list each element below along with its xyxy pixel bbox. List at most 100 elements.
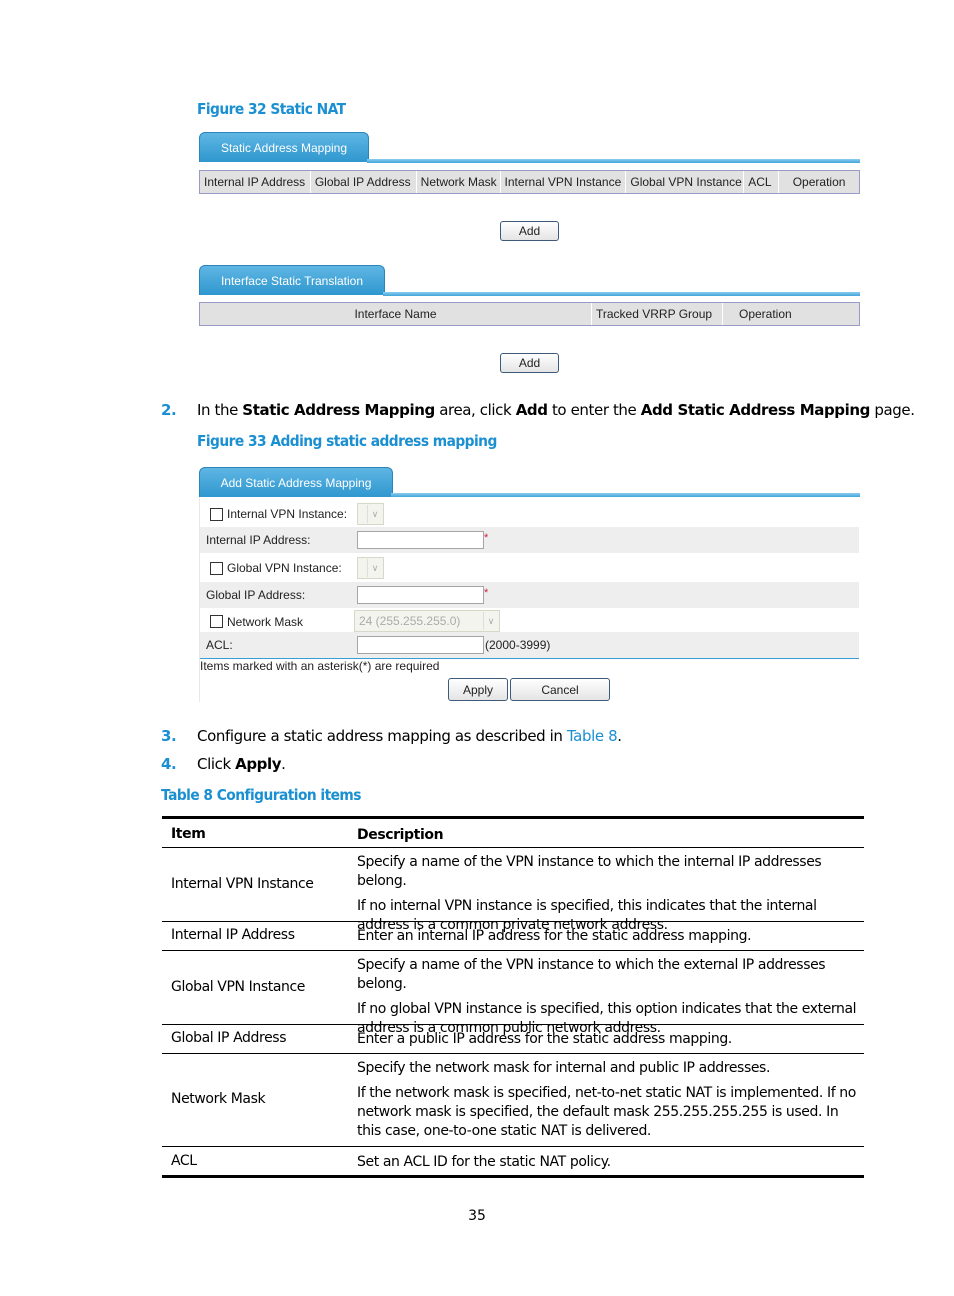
acl-label: ACL:	[206, 638, 233, 652]
step-text: In the Static Address Mapping area, clic…	[197, 401, 915, 419]
row-acl: ACL: (2000-3999)	[200, 632, 859, 659]
tab-static-address-mapping[interactable]: Static Address Mapping	[199, 132, 369, 162]
apply-button[interactable]: Apply	[448, 678, 508, 701]
col-operation: Operation	[739, 307, 792, 321]
row-description: Enter a public IP address for the static…	[357, 1030, 862, 1055]
table-row: Internal IP Address Enter an internal IP…	[162, 922, 864, 951]
table-8-link[interactable]: Table 8	[567, 727, 618, 745]
table-row: Global IP Address Enter a public IP addr…	[162, 1025, 864, 1054]
add-interface-translation-button[interactable]: Add	[500, 353, 559, 373]
row-item: Network Mask	[171, 1091, 266, 1107]
step-2: 2. In the Static Address Mapping area, c…	[161, 401, 915, 421]
chevron-down-icon: ∨	[367, 559, 382, 577]
table-row: Internal VPN Instance Specify a name of …	[162, 848, 864, 933]
global-ip-label: Global IP Address:	[206, 588, 306, 602]
header-description: Description	[357, 827, 444, 843]
table-row: Network Mask Specify the network mask fo…	[162, 1054, 864, 1147]
figure-33-caption: Figure 33 Adding static address mapping	[197, 432, 497, 450]
description-paragraph: Specify the network mask for internal an…	[357, 1060, 771, 1076]
chevron-down-icon: ∨	[367, 505, 382, 523]
bold-text: Apply	[235, 755, 282, 773]
description-paragraph: Set an ACL ID for the static NAT policy.	[357, 1154, 611, 1170]
figure-32-caption: Figure 32 Static NAT	[197, 100, 346, 118]
row-item: Global VPN Instance	[171, 979, 305, 995]
step-3: 3. Configure a static address mapping as…	[161, 727, 861, 747]
bold-text: Add Static Address Mapping	[640, 401, 871, 419]
global-vpn-select[interactable]: ∨	[357, 557, 384, 579]
table-header-row: Item Description	[162, 819, 864, 848]
row-item: Global IP Address	[171, 1030, 287, 1046]
step-number: 3.	[161, 727, 177, 745]
text: .	[617, 727, 622, 745]
row-internal-vpn: Internal VPN Instance: ∨	[200, 501, 859, 527]
description-paragraph: If the network mask is specified, net-to…	[357, 1085, 856, 1139]
col-global-ip: Global IP Address	[311, 171, 417, 193]
required-mark: *	[484, 587, 489, 599]
global-vpn-label: Global VPN Instance:	[227, 561, 342, 575]
row-internal-ip: Internal IP Address: *	[200, 527, 859, 553]
global-ip-input[interactable]	[357, 586, 484, 604]
required-note: Items marked with an asterisk(*) are req…	[200, 659, 440, 673]
acl-range-hint: (2000-3999)	[485, 638, 551, 652]
row-global-ip: Global IP Address: *	[200, 582, 859, 608]
col-network-mask: Network Mask	[417, 171, 501, 193]
row-description: Enter an internal IP address for the sta…	[357, 927, 862, 952]
text: In the	[197, 401, 243, 419]
tab-divider	[383, 292, 860, 296]
internal-ip-label: Internal IP Address:	[206, 533, 311, 547]
tab-divider	[391, 493, 860, 497]
chevron-down-icon: ∨	[483, 612, 498, 630]
global-vpn-checkbox[interactable]	[210, 562, 223, 575]
static-mapping-table-header: Internal IP Address Global IP Address Ne…	[199, 170, 860, 194]
add-static-mapping-button[interactable]: Add	[500, 221, 559, 241]
internal-vpn-checkbox[interactable]	[210, 508, 223, 521]
col-acl: ACL	[744, 171, 780, 193]
col-internal-vpn: Internal VPN Instance	[501, 171, 627, 193]
required-mark: *	[484, 532, 489, 544]
row-description: Set an ACL ID for the static NAT policy.	[357, 1153, 862, 1178]
step-number: 4.	[161, 755, 177, 773]
col-internal-ip: Internal IP Address	[200, 171, 311, 193]
row-global-vpn: Global VPN Instance: ∨	[200, 555, 859, 581]
description-paragraph: Enter an internal IP address for the sta…	[357, 928, 752, 944]
text: Click	[197, 755, 236, 773]
step-number: 2.	[161, 401, 177, 419]
internal-vpn-select[interactable]: ∨	[357, 503, 384, 525]
table-row: Global VPN Instance Specify a name of th…	[162, 951, 864, 1036]
step-text: Click Apply.	[197, 755, 286, 773]
internal-vpn-label: Internal VPN Instance:	[227, 507, 348, 521]
page-number: 35	[468, 1208, 486, 1224]
row-item: Internal IP Address	[171, 927, 295, 943]
network-mask-checkbox[interactable]	[210, 615, 223, 628]
step-4: 4. Click Apply.	[161, 755, 861, 775]
table-row: ACL Set an ACL ID for the static NAT pol…	[162, 1147, 864, 1178]
tab-add-static-address-mapping[interactable]: Add Static Address Mapping	[199, 467, 393, 497]
col-tracked-vrrp: Tracked VRRP Group	[592, 303, 723, 325]
row-item: Internal VPN Instance	[171, 876, 314, 892]
table-8-caption: Table 8 Configuration items	[161, 786, 361, 804]
acl-input[interactable]	[357, 636, 484, 654]
row-network-mask: Network Mask 24 (255.255.255.0) ∨	[200, 608, 859, 634]
col-operation: Operation	[792, 175, 846, 189]
network-mask-label: Network Mask	[227, 615, 304, 629]
network-mask-value: 24 (255.255.255.0)	[359, 614, 461, 628]
bold-text: Add	[515, 401, 548, 419]
tab-interface-static-translation[interactable]: Interface Static Translation	[199, 265, 385, 295]
text: to enter the	[547, 401, 641, 419]
text: area, click	[434, 401, 516, 419]
cancel-button[interactable]: Cancel	[510, 678, 610, 701]
text: .	[281, 755, 286, 773]
text: Configure a static address mapping as de…	[197, 727, 567, 745]
tab-divider	[367, 159, 860, 163]
header-item: Item	[171, 826, 206, 842]
row-description: Specify the network mask for internal an…	[357, 1059, 862, 1147]
step-text: Configure a static address mapping as de…	[197, 727, 622, 745]
internal-ip-input[interactable]	[357, 531, 484, 549]
bold-text: Static Address Mapping	[242, 401, 435, 419]
configuration-table: Item Description Internal VPN Instance S…	[162, 816, 864, 1180]
row-item: ACL	[171, 1153, 197, 1169]
description-paragraph: Specify a name of the VPN instance to wh…	[357, 957, 826, 992]
network-mask-select[interactable]: 24 (255.255.255.0) ∨	[354, 610, 500, 632]
col-interface-name: Interface Name	[200, 303, 592, 325]
col-global-vpn: Global VPN Instance	[626, 171, 745, 193]
